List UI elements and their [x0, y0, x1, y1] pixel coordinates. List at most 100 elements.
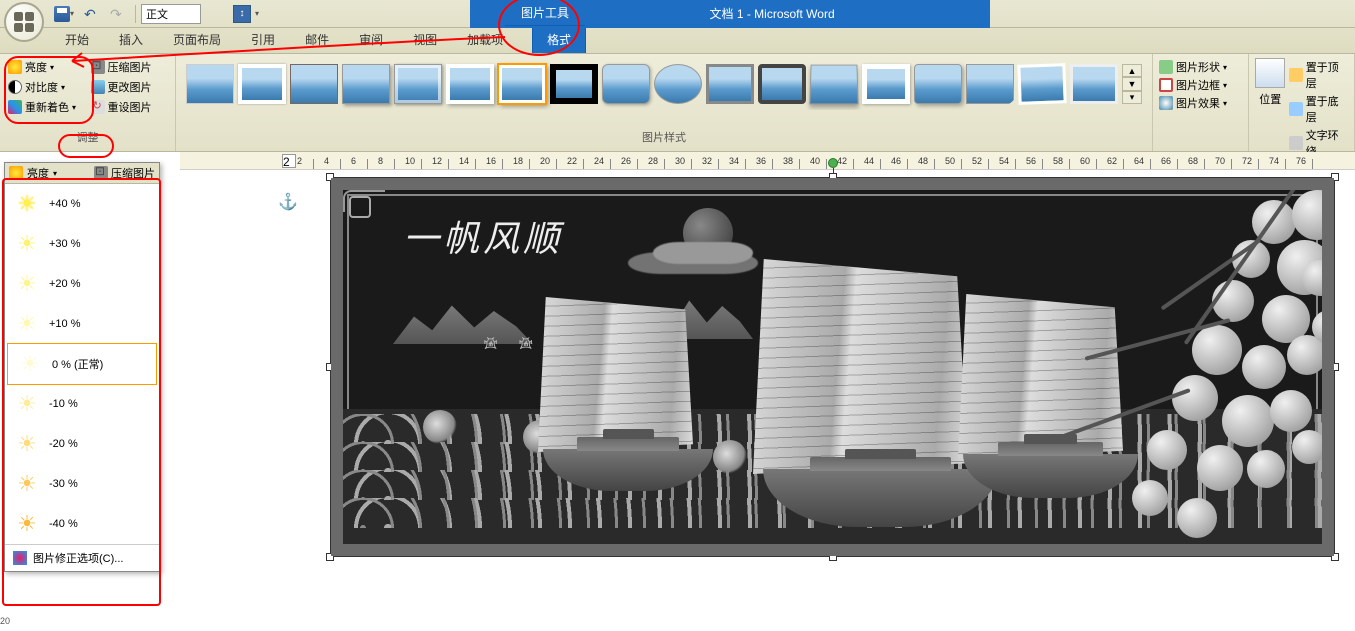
sun-icon — [15, 192, 39, 216]
style-thumb-4[interactable] — [342, 64, 390, 104]
contrast-label: 对比度 — [25, 79, 58, 95]
ruler-v-number: 20 — [0, 616, 10, 626]
picture-corrections-options[interactable]: 图片修正选项(C)... — [5, 544, 159, 571]
picture-shape-button[interactable]: 图片形状▾ — [1159, 58, 1242, 76]
picture-content: 一帆风顺 𐃜 𐃜 𐃜 𐃜 — [331, 178, 1334, 556]
back-icon — [1289, 102, 1302, 116]
qat-toggle-button[interactable]: ↕ — [233, 5, 251, 23]
rotation-handle[interactable] — [828, 158, 838, 168]
style-thumb-1[interactable] — [186, 64, 234, 104]
change-picture-button[interactable]: 更改图片 — [89, 78, 170, 96]
style-thumb-7-selected[interactable] — [498, 64, 546, 104]
options-label: 图片修正选项(C)... — [33, 550, 123, 566]
bring-front-button[interactable]: 置于顶层 — [1289, 58, 1348, 92]
brightness-option-3[interactable]: +10 % — [5, 304, 159, 344]
sun-icon — [18, 352, 42, 376]
shape-icon — [1159, 60, 1173, 74]
picture-title-text: 一帆风顺 — [403, 210, 563, 262]
style-thumb-8[interactable] — [550, 64, 598, 104]
ruler-horizontal[interactable]: 2 24681012141618202224262830323436384042… — [180, 152, 1355, 170]
front-icon — [1289, 68, 1302, 82]
style-thumb-2[interactable] — [238, 64, 286, 104]
dropdown-title: 亮度 — [27, 165, 49, 181]
redo-icon — [110, 6, 126, 22]
picture-effect-button[interactable]: 图片效果▾ — [1159, 94, 1242, 112]
brightness-option-label: -10 % — [49, 398, 78, 410]
separator — [135, 5, 136, 23]
style-thumb-15[interactable] — [914, 64, 962, 104]
picture-border-button[interactable]: 图片边框▾ — [1159, 76, 1242, 94]
save-icon — [54, 6, 70, 22]
annotation-arrow — [60, 35, 510, 70]
style-thumb-10[interactable] — [654, 64, 702, 104]
style-thumb-14[interactable] — [862, 64, 910, 104]
brightness-option-1[interactable]: +30 % — [5, 224, 159, 264]
sun-icon — [15, 272, 39, 296]
undo-icon — [84, 6, 100, 22]
brightness-option-8[interactable]: -40 % — [5, 504, 159, 544]
position-button[interactable]: 位置 — [1255, 58, 1285, 160]
ruler-margin-marker[interactable]: 2 — [282, 154, 296, 168]
save-button[interactable]: ▾ — [50, 4, 78, 24]
redo-button[interactable] — [106, 4, 130, 24]
effect-label: 图片效果 — [1176, 95, 1220, 111]
style-thumb-13[interactable] — [809, 65, 858, 105]
title-bar: ▾ 正文 ↕ ▾ 文档 1 - Microsoft Word 图片工具 — [0, 0, 1355, 28]
reset-label: 重设图片 — [108, 99, 152, 115]
options-icon — [13, 551, 27, 565]
recolor-icon — [8, 100, 22, 114]
quick-access-toolbar: ▾ 正文 ↕ ▾ — [50, 0, 259, 27]
reset-picture-button[interactable]: 重设图片 — [89, 98, 170, 116]
back-label: 置于底层 — [1306, 93, 1348, 125]
undo-button[interactable] — [80, 4, 104, 24]
brightness-option-0[interactable]: +40 % — [5, 184, 159, 224]
style-thumb-17[interactable] — [1017, 63, 1066, 105]
dropdown-compress-label: 压缩图片 — [111, 165, 155, 181]
gallery-more[interactable]: ▲▼▾ — [1122, 64, 1142, 104]
contrast-button[interactable]: 对比度▾ — [6, 78, 87, 96]
brightness-icon — [8, 60, 22, 74]
dropdown-header: 亮度▾ 压缩图片 — [5, 163, 159, 184]
styles-group-label: 图片样式 — [182, 127, 1146, 147]
document-area: 2 24681012141618202224262830323436384042… — [180, 152, 1355, 631]
brightness-option-label: -40 % — [49, 518, 78, 530]
sun-icon — [15, 432, 39, 456]
brightness-option-5[interactable]: -10 % — [5, 384, 159, 424]
recolor-label: 重新着色 — [25, 99, 69, 115]
effect-icon — [1159, 96, 1173, 110]
style-thumb-16[interactable] — [966, 64, 1014, 104]
change-label: 更改图片 — [108, 79, 152, 95]
send-back-button[interactable]: 置于底层 — [1289, 92, 1348, 126]
style-thumb-5[interactable] — [394, 64, 442, 104]
reset-icon — [91, 100, 105, 114]
style-combo[interactable]: 正文 — [141, 4, 201, 24]
brightness-label: 亮度 — [25, 59, 47, 75]
style-thumb-9[interactable] — [602, 64, 650, 104]
brightness-option-label: +20 % — [49, 278, 81, 290]
group-arrange: 位置 置于顶层 置于底层 文字环绕 排列 — [1249, 54, 1355, 151]
tab-format[interactable]: 格式 — [532, 25, 586, 53]
office-logo-icon — [14, 12, 34, 32]
sun-icon — [15, 392, 39, 416]
border-icon — [1159, 78, 1173, 92]
compress-icon — [94, 166, 108, 180]
office-button[interactable] — [4, 2, 44, 42]
brightness-option-4[interactable]: 0 % (正常) — [7, 343, 157, 385]
shape-group-label — [1159, 143, 1242, 147]
style-thumb-11[interactable] — [706, 64, 754, 104]
sun-icon — [15, 512, 39, 536]
style-thumb-18[interactable] — [1070, 64, 1118, 104]
style-thumb-12[interactable] — [758, 64, 806, 104]
style-thumb-6[interactable] — [446, 64, 494, 104]
position-icon — [1255, 58, 1285, 88]
brightness-option-2[interactable]: +20 % — [5, 264, 159, 304]
brightness-option-6[interactable]: -20 % — [5, 424, 159, 464]
recolor-button[interactable]: 重新着色▾ — [6, 98, 87, 116]
brightness-option-label: +40 % — [49, 198, 81, 210]
change-icon — [91, 80, 105, 94]
brightness-option-label: +10 % — [49, 318, 81, 330]
front-label: 置于顶层 — [1306, 59, 1348, 91]
brightness-option-7[interactable]: -30 % — [5, 464, 159, 504]
selected-picture[interactable]: 一帆风顺 𐃜 𐃜 𐃜 𐃜 — [330, 177, 1335, 557]
style-thumb-3[interactable] — [290, 64, 338, 104]
